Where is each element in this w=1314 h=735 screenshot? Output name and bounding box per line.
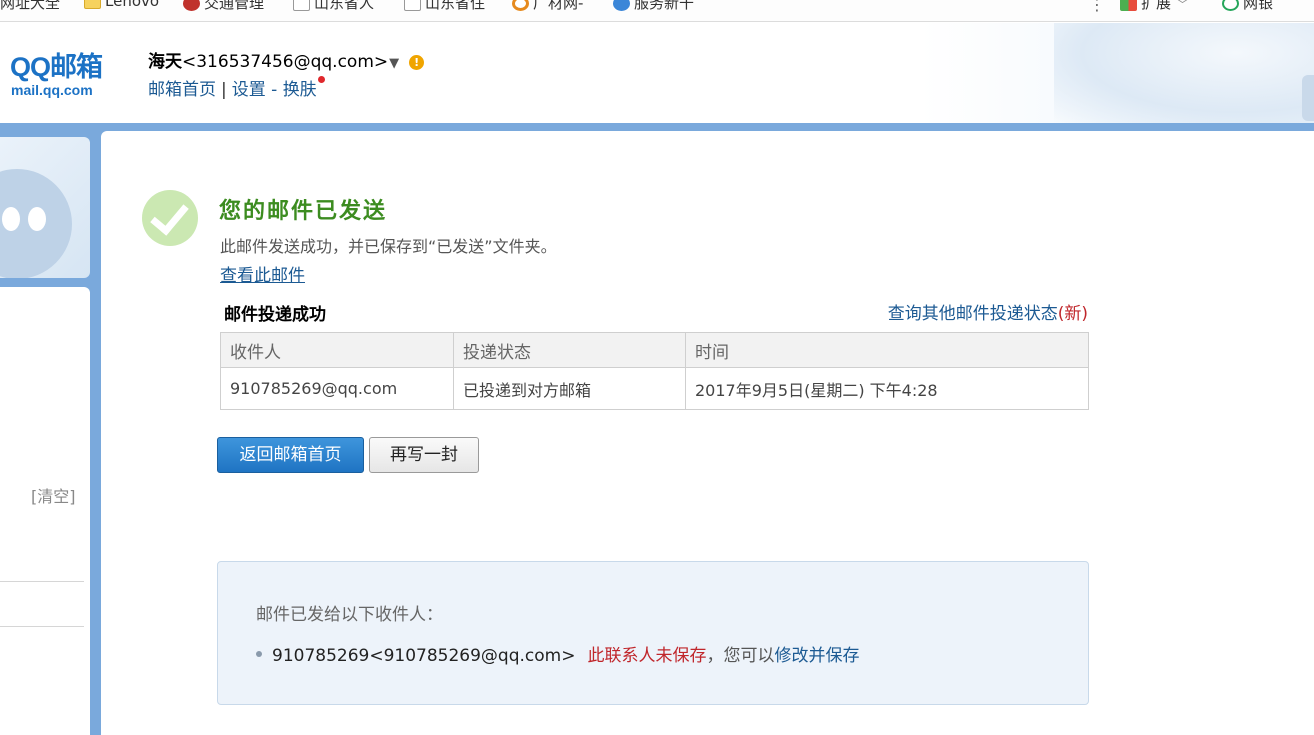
delivery-section-title: 邮件投递成功	[224, 305, 326, 325]
recipients-notice: 邮件已发给以下收件人： 910785269<910785269@qq.com> 此…	[217, 561, 1089, 705]
header-nav: 邮箱首页 | 设置 - 换肤	[148, 75, 325, 100]
edit-and-save-link[interactable]: 修改并保存	[774, 646, 859, 666]
sidebar-divider	[0, 626, 84, 627]
sidebar: [清空]	[0, 281, 95, 735]
write-another-button[interactable]: 再写一封	[369, 437, 479, 473]
unsaved-contact-warning: 此联系人未保存	[587, 646, 707, 666]
user-name: 海天	[148, 52, 182, 72]
mail-header: QQ邮箱 mail.qq.com 海天<316537456@qq.com>▼! …	[0, 23, 1314, 123]
column-header-time: 时间	[685, 332, 1089, 368]
user-email: <316537456@qq.com>	[182, 52, 389, 72]
query-delivery-status-link[interactable]: 查询其他邮件投递状态(新)	[888, 299, 1088, 324]
globe-icon	[613, 0, 630, 11]
column-header-recipient: 收件人	[220, 332, 454, 368]
warning-icon[interactable]: !	[409, 55, 425, 70]
sidebar-banner	[0, 131, 95, 281]
bank-coin-icon	[1222, 0, 1239, 11]
bullet-icon	[256, 651, 262, 657]
column-header-status: 投递状态	[453, 332, 686, 368]
table-row: 910785269@qq.com 已投递到对方邮箱 2017年9月5日(星期二)…	[220, 367, 1089, 410]
extensions-button[interactable]: 扩展 ﹀	[1120, 0, 1188, 13]
bookmark-item[interactable]: 山东省人	[293, 0, 374, 13]
new-dot-icon	[317, 76, 325, 83]
account-info: 海天<316537456@qq.com>▼!	[148, 47, 425, 72]
more-bookmarks-icon[interactable]: ⋮	[1089, 0, 1105, 14]
table-header-row: 收件人 投递状态 时间	[220, 332, 1089, 368]
sidebar-divider	[0, 581, 84, 582]
change-skin-link[interactable]: 换肤	[283, 80, 317, 100]
settings-link[interactable]: 设置	[232, 80, 266, 100]
bookmark-item[interactable]: 网址大全	[0, 0, 60, 13]
bookmark-item[interactable]: 服务新干	[613, 0, 694, 13]
list-item: 910785269<910785269@qq.com> 此联系人未保存，您可以修改…	[256, 641, 859, 666]
status-cell: 已投递到对方邮箱	[453, 367, 686, 410]
frame-top-bar	[0, 123, 1314, 131]
success-check-icon	[142, 190, 198, 246]
view-mail-link[interactable]: 查看此邮件	[220, 261, 305, 286]
time-cell: 2017年9月5日(星期二) 下午4:28	[685, 367, 1089, 410]
recipient-address: 910785269<910785269@qq.com>	[272, 646, 576, 666]
bank-button[interactable]: 网银	[1222, 0, 1273, 13]
notice-label: 邮件已发给以下收件人：	[256, 605, 443, 625]
success-description: 此邮件发送成功，并已保存到“已发送”文件夹。	[220, 237, 557, 256]
extension-grid-icon	[1120, 0, 1137, 11]
bookmark-item[interactable]: 山东省住	[404, 0, 485, 13]
search-icon	[512, 0, 529, 11]
clear-link[interactable]: [清空]	[31, 483, 76, 507]
recipient-cell: 910785269@qq.com	[220, 367, 454, 410]
back-to-mailbox-button[interactable]: 返回邮箱首页	[217, 437, 364, 473]
header-decoration	[1054, 23, 1314, 123]
folder-icon	[84, 0, 101, 9]
chevron-down-icon: ﹀	[1177, 0, 1189, 11]
bookmark-item[interactable]: 广材网-	[512, 0, 583, 13]
new-badge: (新)	[1057, 304, 1088, 324]
page-title: 您的邮件已发送	[219, 198, 388, 224]
account-dropdown-icon[interactable]: ▼	[389, 56, 399, 71]
page-icon	[404, 0, 421, 11]
bookmark-item[interactable]: Lenovo	[84, 0, 159, 10]
qq-penguin-icon	[0, 169, 72, 278]
traffic-icon	[183, 0, 200, 11]
bookmark-item[interactable]: 交通管理	[183, 0, 264, 13]
mailbox-home-link[interactable]: 邮箱首页	[148, 80, 216, 100]
bookmarks-bar: 网址大全 Lenovo 交通管理 山东省人 山东省住 广材网- 服务新干 ⋮ 扩…	[0, 0, 1314, 22]
qq-mail-logo[interactable]: QQ邮箱 mail.qq.com	[10, 45, 103, 98]
header-side-tab	[1302, 75, 1314, 121]
delivery-table: 收件人 投递状态 时间 910785269@qq.com 已投递到对方邮箱 20…	[220, 332, 1089, 410]
page-icon	[293, 0, 310, 11]
